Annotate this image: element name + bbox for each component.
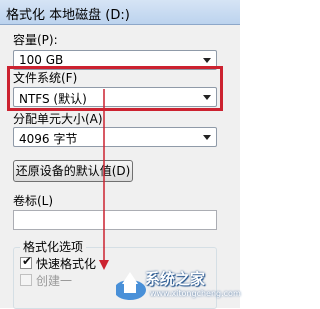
watermark-url: www.xitongcheng.com <box>150 289 241 298</box>
watermark-text: 系统之家 <box>145 270 206 288</box>
watermark-house-icon <box>122 272 138 284</box>
arrow-head-icon <box>99 260 109 270</box>
